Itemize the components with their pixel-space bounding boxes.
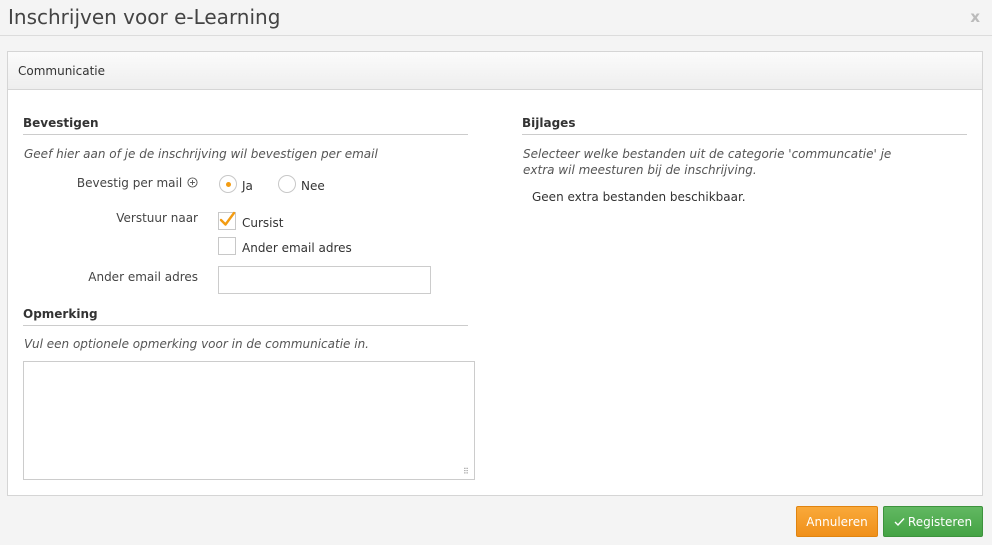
opmerking-hint: Vul een optionele opmerking voor in de c… [24,337,369,351]
confirm-yes-radio[interactable] [219,175,237,193]
recipient-cursist-checkbox[interactable] [218,211,236,230]
confirm-no-label: Nee [301,179,325,193]
plus-circle-icon[interactable] [187,177,198,188]
remark-textarea[interactable] [23,361,475,480]
bijlages-hint: Selecteer welke bestanden uit de categor… [523,147,892,177]
register-button[interactable]: Registeren [883,506,983,537]
checkmark-icon [219,211,236,226]
dialog-title-bar: Inschrijven voor e-Learning x [0,0,992,36]
no-attachments-text: Geen extra bestanden beschikbaar. [532,190,746,204]
confirm-no-radio[interactable] [278,175,296,193]
confirm-mail-label: Bevestig per mail [23,176,198,190]
confirm-mail-label-text: Bevestig per mail [76,176,183,190]
recipient-other-checkbox[interactable] [218,237,236,255]
close-icon[interactable]: x [970,8,980,26]
other-email-input[interactable] [218,266,431,294]
confirm-yes-label: Ja [242,179,253,193]
panel-header: Communicatie [8,52,982,90]
bevestigen-hint: Geef hier aan of je de inschrijving wil … [24,147,378,161]
communication-panel: Communicatie Bevestigen Geef hier aan of… [7,51,983,496]
other-email-label: Ander email adres [88,270,198,284]
section-bijlages-title: Bijlages [522,116,967,135]
check-icon [894,517,905,526]
section-bevestigen-title: Bevestigen [23,116,468,135]
register-button-label: Registeren [907,514,973,529]
recipient-other-label: Ander email adres [242,241,352,255]
send-to-label: Verstuur naar [116,211,198,225]
recipient-cursist-label: Cursist [242,216,284,230]
dialog-title: Inschrijven voor e-Learning [8,5,281,29]
cancel-button[interactable]: Annuleren [796,506,878,537]
resize-handle-icon[interactable]: ⠿ [463,467,469,476]
section-opmerking-title: Opmerking [23,307,468,326]
cancel-button-label: Annuleren [806,514,868,529]
